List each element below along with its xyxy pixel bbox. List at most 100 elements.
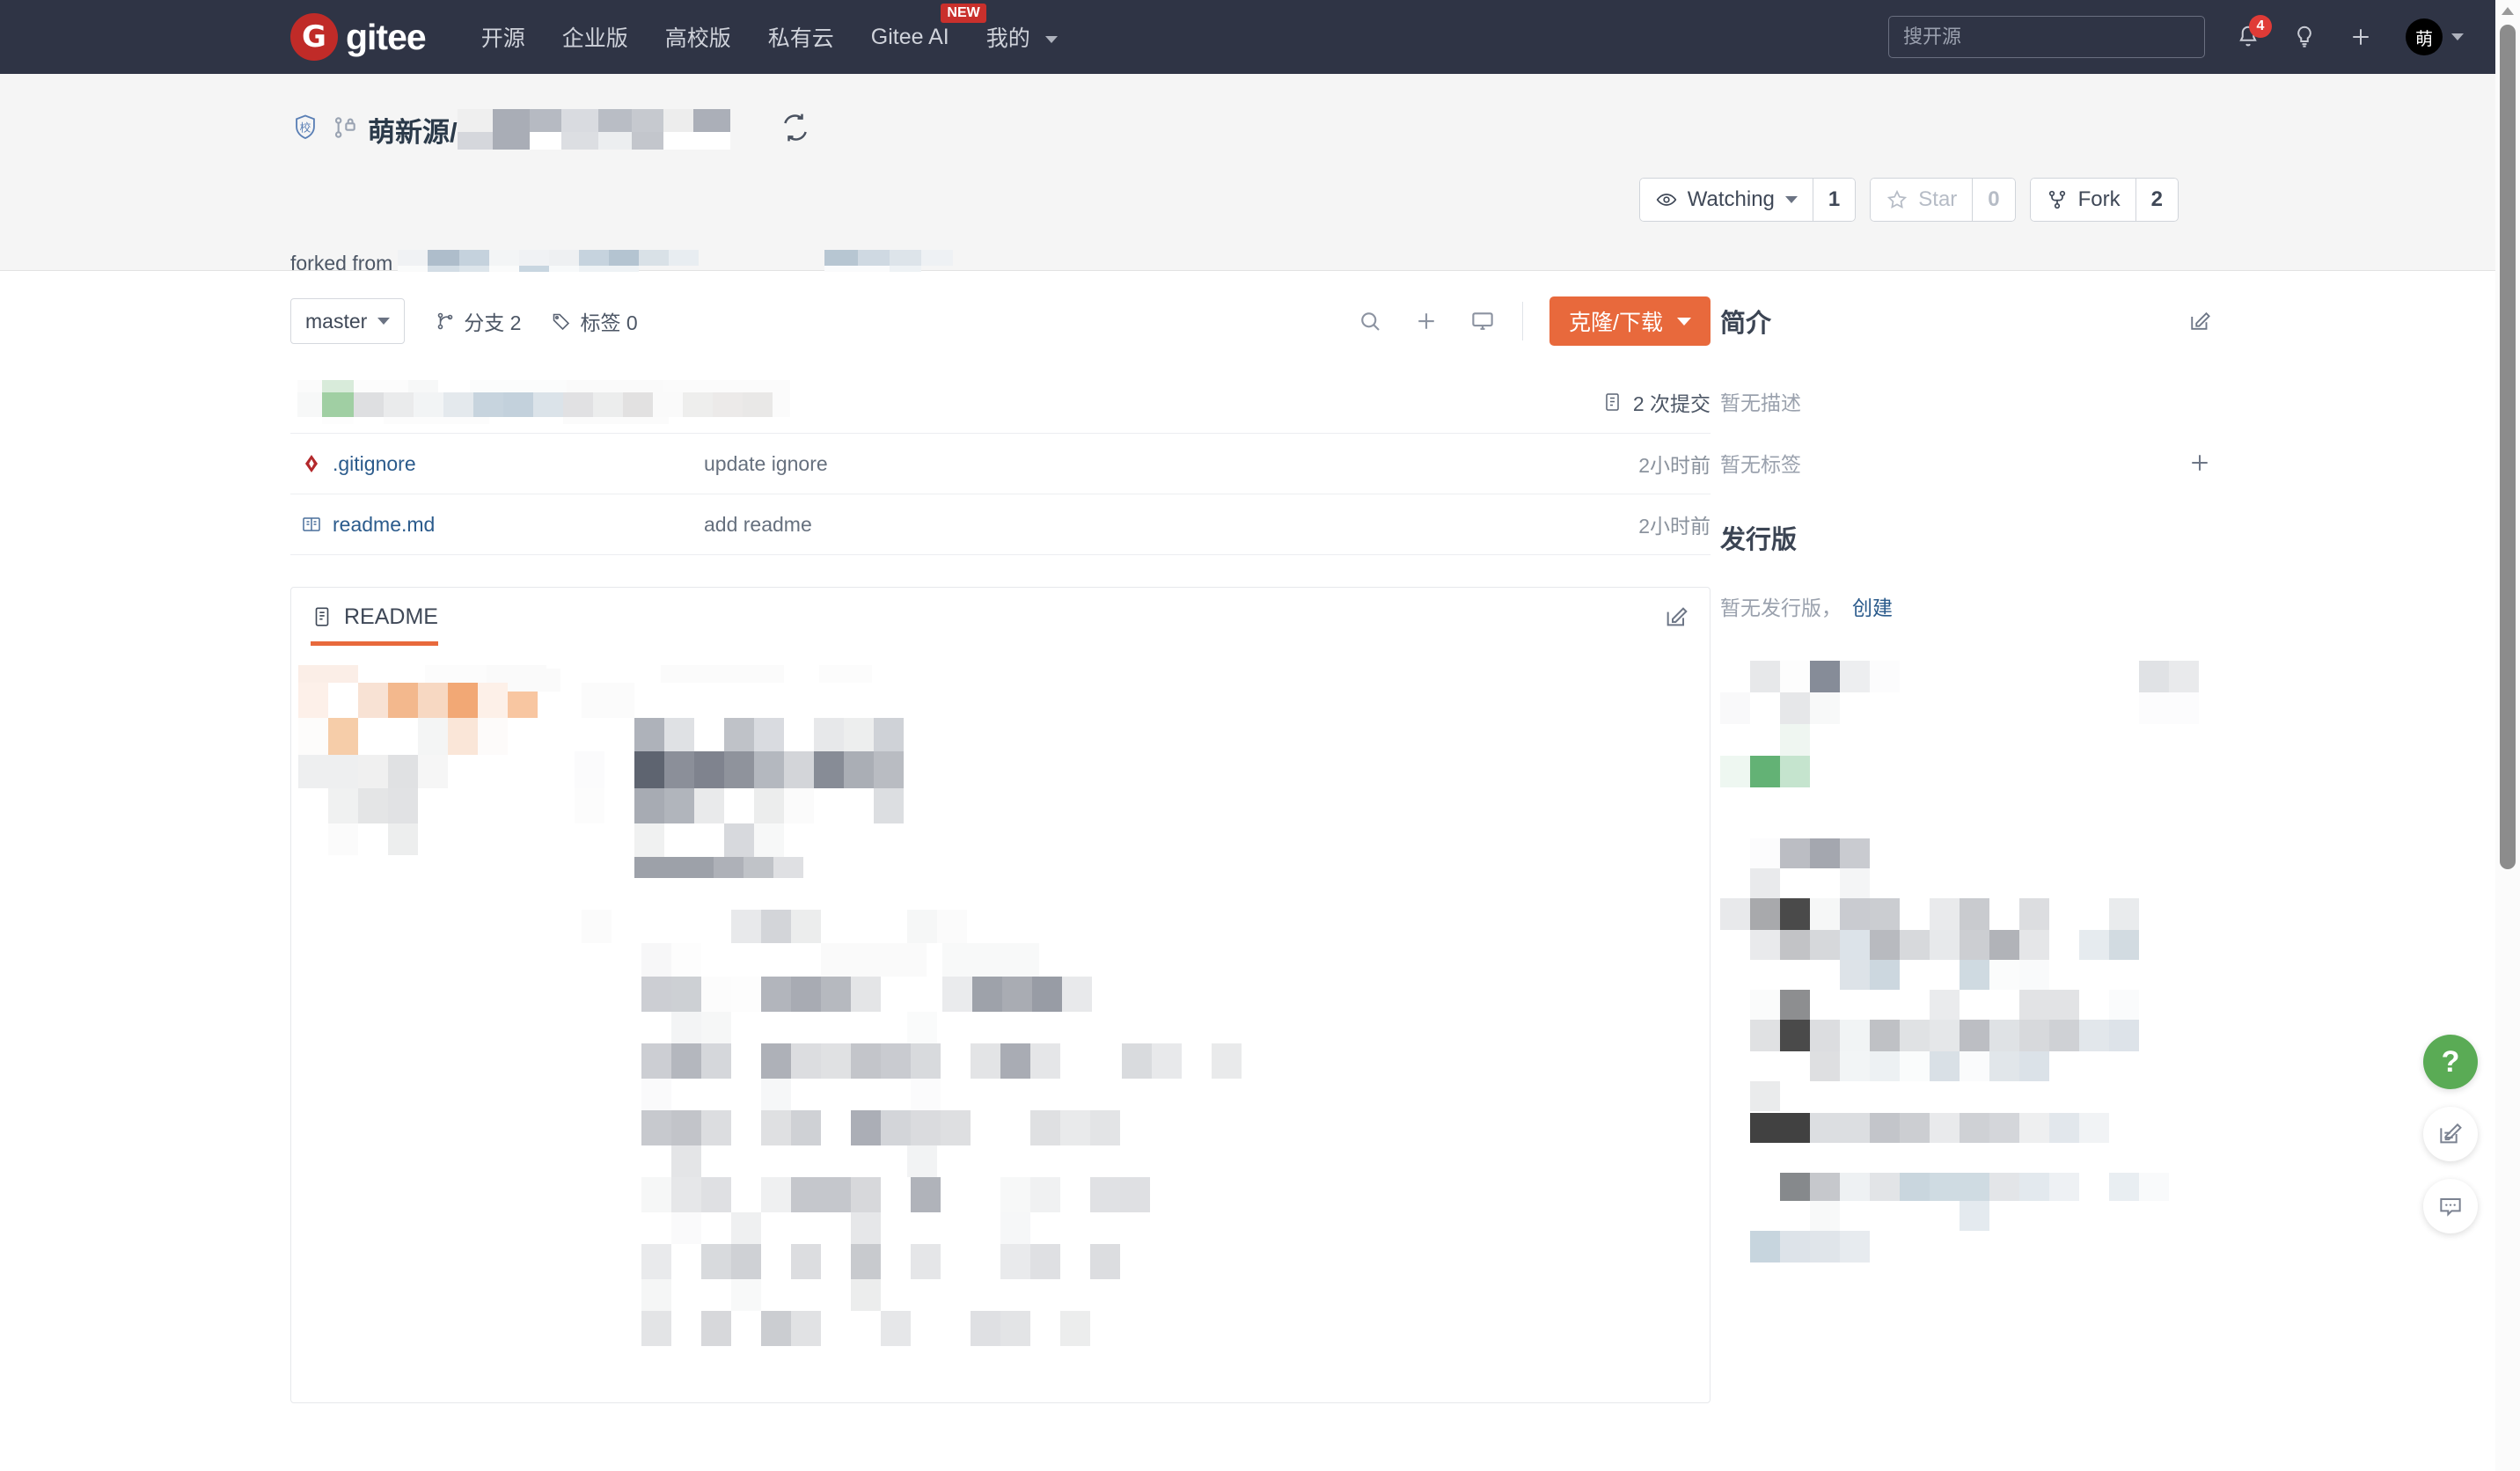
latest-commit-redacted	[297, 379, 790, 424]
search-input[interactable]	[1888, 16, 2205, 58]
nav-link-opensource[interactable]: 开源	[481, 21, 525, 53]
repository-action-buttons: Watching 1 Star 0 Fork 2	[1625, 178, 2179, 222]
releases-empty-row: 暂无发行版， 创建	[1720, 582, 2213, 631]
latest-commit-bar: 2 次提交	[290, 370, 1711, 434]
top-navigation-bar: G gitee 开源 企业版 高校版 私有云 Gitee AI NEW 我的 搜…	[0, 0, 2495, 74]
star-button-label: Star	[1918, 187, 1958, 211]
about-description: 暂无描述	[1720, 392, 1801, 414]
notifications-button[interactable]: 4	[2235, 15, 2272, 50]
about-section-header: 简介	[1720, 272, 2213, 370]
edit-icon	[2440, 1123, 2462, 1144]
watch-count[interactable]: 1	[1812, 178, 1857, 222]
web-ide-icon[interactable]	[1469, 308, 1496, 334]
toolbar-divider	[1522, 302, 1524, 340]
fork-button-group: Fork 2	[2029, 178, 2179, 222]
chat-fab[interactable]	[2423, 1179, 2478, 1233]
watch-button[interactable]: Watching	[1638, 178, 1813, 222]
file-commit-time: 2小时前	[1638, 515, 1711, 538]
commit-count-label: 2 次提交	[1632, 392, 1711, 415]
clone-download-label: 克隆/下载	[1569, 311, 1663, 335]
clone-download-button[interactable]: 克隆/下载	[1549, 296, 1711, 346]
branch-selector-label: master	[305, 309, 368, 333]
markdown-file-icon	[301, 513, 322, 536]
fork-count[interactable]: 2	[2135, 178, 2179, 222]
search-file-icon[interactable]	[1357, 308, 1383, 334]
commit-history-icon	[1603, 392, 1624, 413]
about-tags: 暂无标签	[1720, 453, 1801, 476]
file-name-label: readme.md	[333, 512, 436, 536]
gitee-logo[interactable]: G gitee	[290, 13, 427, 61]
help-fab[interactable]: ?	[2423, 1035, 2478, 1089]
nav-link-gitee-ai-label: Gitee AI	[870, 24, 949, 49]
file-name-label: .gitignore	[333, 451, 416, 475]
repository-name-redacted	[457, 106, 739, 153]
nav-link-enterprise-label: 企业版	[561, 26, 628, 51]
private-fork-icon	[331, 113, 359, 146]
file-link-readme[interactable]: readme.md	[290, 513, 704, 537]
new-badge: NEW	[941, 3, 986, 23]
commit-count[interactable]: 2 次提交	[1603, 387, 1711, 417]
readme-card: README	[290, 587, 1711, 1403]
nav-link-private-cloud-label: 私有云	[767, 26, 834, 51]
nav-link-private-cloud[interactable]: 私有云	[768, 21, 834, 53]
sync-fork-icon[interactable]	[778, 110, 813, 150]
ideas-button[interactable]	[2291, 24, 2318, 50]
notification-count-badge: 4	[2249, 15, 2272, 38]
feedback-fab[interactable]	[2423, 1107, 2478, 1161]
education-shield-icon: 校	[290, 113, 320, 147]
branches-link[interactable]: 分支 2	[435, 306, 521, 336]
scroll-up-arrow-icon[interactable]	[2502, 7, 2514, 15]
nav-link-mine[interactable]: 我的	[986, 21, 1058, 53]
gitee-logo-text: gitee	[346, 16, 427, 57]
tab-readme-label: README	[344, 604, 438, 629]
floating-action-buttons: ?	[2423, 1035, 2478, 1251]
branch-icon	[435, 311, 456, 332]
branch-selector[interactable]: master	[290, 298, 406, 344]
main-content: master 分支 2 标签 0 克隆/下载 2 次提交 .gitignore …	[0, 272, 2495, 1471]
add-file-icon[interactable]	[1413, 308, 1439, 334]
star-button[interactable]: Star	[1870, 178, 1973, 222]
eye-icon	[1655, 188, 1678, 211]
file-commit-message: add readme	[704, 512, 812, 536]
page-scrollbar[interactable]	[2495, 0, 2520, 1471]
chevron-down-icon	[1784, 196, 1798, 203]
gitee-repository-page: G gitee 开源 企业版 高校版 私有云 Gitee AI NEW 我的 搜…	[0, 0, 2520, 1471]
star-count[interactable]: 0	[1972, 178, 2016, 222]
nav-link-gitee-ai[interactable]: Gitee AI NEW	[870, 3, 986, 50]
about-description-row: 暂无描述	[1720, 370, 2213, 432]
fork-button[interactable]: Fork	[2029, 178, 2135, 222]
svg-text:校: 校	[300, 121, 311, 135]
edit-readme-icon[interactable]	[1662, 603, 1690, 631]
user-menu[interactable]: 萌	[2406, 18, 2464, 55]
nav-link-enterprise[interactable]: 企业版	[562, 21, 628, 53]
avatar: 萌	[2406, 18, 2443, 55]
file-link-gitignore[interactable]: .gitignore	[290, 452, 704, 476]
chevron-down-icon	[1677, 317, 1691, 326]
watch-button-group: Watching 1	[1638, 178, 1857, 222]
repository-owner[interactable]: 萌新源/	[368, 110, 458, 150]
table-row[interactable]: .gitignore update ignore 2小时前	[290, 434, 1711, 494]
repository-toolbar: master 分支 2 标签 0 克隆/下载	[290, 272, 1711, 370]
tab-readme[interactable]: README	[311, 588, 438, 646]
releases-title: 发行版	[1720, 526, 1798, 554]
sidebar-content-redacted-3	[1720, 1173, 2213, 1270]
star-icon	[1886, 188, 1908, 211]
file-commit-time: 2小时前	[1638, 454, 1711, 477]
fork-button-label: Fork	[2077, 187, 2121, 211]
help-fab-glyph: ?	[2441, 1044, 2460, 1079]
nav-link-education[interactable]: 高校版	[665, 21, 731, 53]
gitee-logo-mark: G	[290, 13, 338, 61]
readme-content-redacted	[291, 646, 1710, 1402]
fork-icon	[2046, 188, 2069, 211]
create-new-button[interactable]	[2348, 24, 2374, 50]
table-row[interactable]: readme.md add readme 2小时前	[290, 494, 1711, 555]
toolbar-right-cluster: 克隆/下载	[1327, 296, 1711, 346]
edit-about-icon[interactable]	[2187, 308, 2213, 334]
scrollbar-thumb[interactable]	[2500, 25, 2516, 869]
create-release-link[interactable]: 创建	[1852, 591, 1893, 621]
sidebar-content-redacted-1	[1720, 661, 2213, 793]
branches-link-label: 分支 2	[464, 311, 522, 334]
add-tag-icon[interactable]	[2187, 450, 2213, 476]
chevron-down-icon	[2451, 33, 2464, 40]
tags-link[interactable]: 标签 0	[551, 306, 638, 336]
